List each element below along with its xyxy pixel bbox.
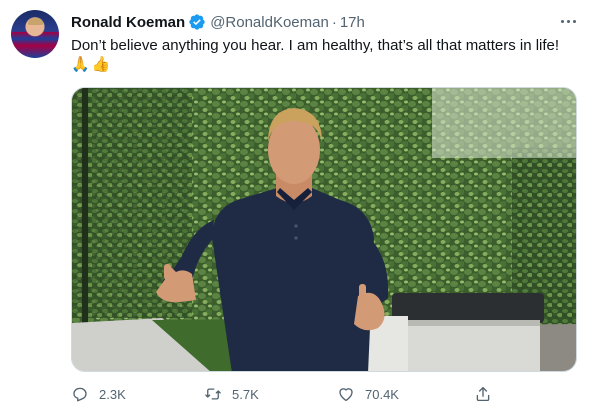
tweet-header: Ronald Koeman @RonaldKoeman · 17h — [71, 12, 365, 32]
tweet-photo[interactable] — [71, 87, 577, 372]
avatar[interactable] — [11, 10, 59, 58]
tweet-emojis: 🙏 👍 — [71, 55, 110, 77]
tweet-actions: 2.3K 5.7K 70.4K — [71, 381, 501, 407]
like-icon — [339, 388, 353, 402]
reply-count: 2.3K — [99, 386, 126, 402]
folded-hands-emoji: 🙏 — [71, 56, 90, 73]
share-icon — [476, 386, 490, 402]
more-options-icon[interactable] — [559, 12, 577, 30]
retweet-icon — [205, 388, 221, 400]
avatar-hair — [28, 18, 43, 25]
retweet-button[interactable]: 5.7K — [204, 381, 259, 407]
tweet[interactable]: Ronald Koeman @RonaldKoeman · 17h Don’t … — [0, 0, 592, 416]
display-name[interactable]: Ronald Koeman — [71, 14, 185, 31]
verified-badge-icon — [188, 13, 206, 31]
separator-dot: · — [331, 13, 337, 31]
timestamp[interactable]: 17h — [340, 14, 365, 31]
like-button[interactable]: 70.4K — [337, 381, 399, 407]
photo-illustration — [72, 88, 576, 371]
thumbs-up-emoji: 👍 — [91, 56, 111, 73]
retweet-count: 5.7K — [232, 386, 259, 402]
reply-button[interactable]: 2.3K — [71, 381, 126, 407]
reply-icon — [73, 387, 87, 402]
like-count: 70.4K — [365, 386, 399, 402]
handle[interactable]: @RonaldKoeman — [210, 14, 329, 31]
share-button[interactable] — [474, 381, 492, 407]
tweet-text: Don’t believe anything you hear. I am he… — [71, 37, 560, 54]
